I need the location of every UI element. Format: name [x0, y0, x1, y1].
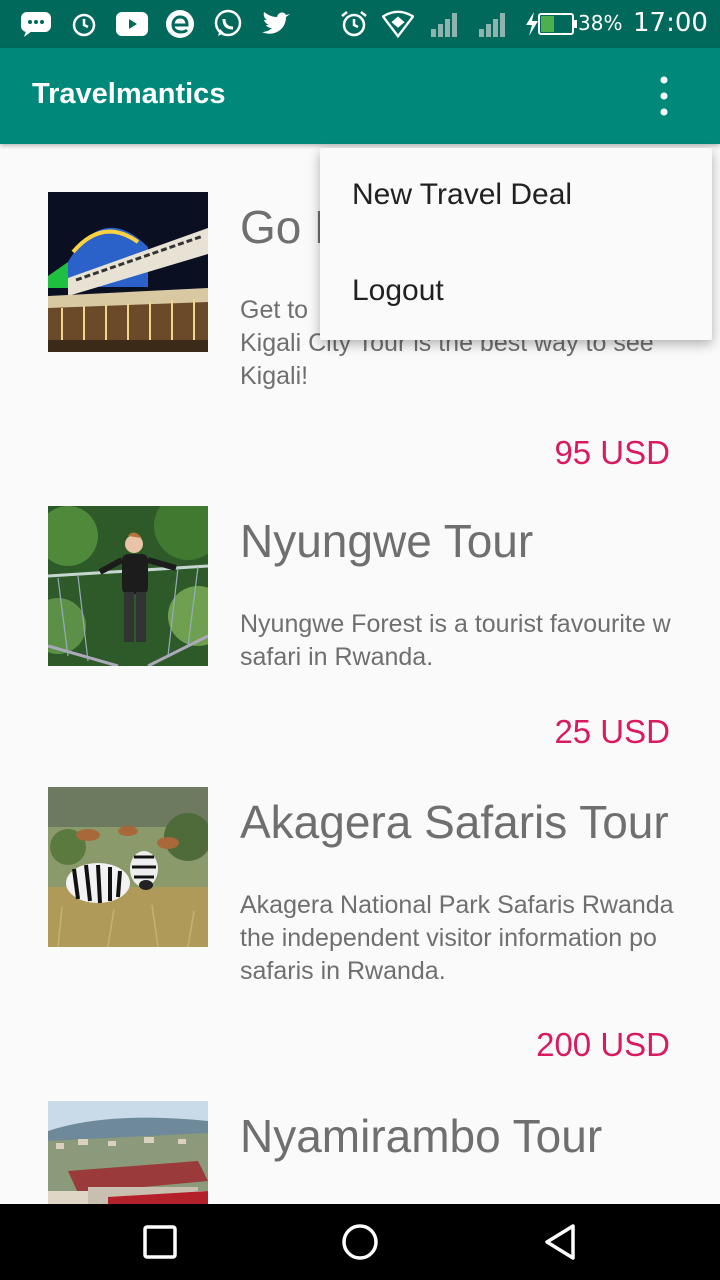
wifi-icon: [382, 8, 414, 40]
nyamirambo-town-photo: [48, 1101, 208, 1204]
deal-description-line: Kigali!: [240, 362, 309, 390]
menu-item-logout[interactable]: Logout: [320, 244, 712, 340]
edge-icon: [164, 8, 196, 40]
deal-price: 95 USD: [554, 434, 670, 471]
deal-description: Nyungwe Forest is a tourist favourite w …: [240, 608, 720, 674]
deal-title: Nyamirambo Tour: [240, 1110, 603, 1162]
deal-row[interactable]: Akagera Safaris Tour Akagera National Pa…: [0, 787, 720, 1087]
sms-icon: [20, 8, 52, 40]
menu-item-label: New Travel Deal: [352, 178, 573, 211]
deal-description-line: safaris in Rwanda.: [240, 957, 446, 985]
zebras-photo: [48, 787, 208, 947]
menu-item-new-travel-deal[interactable]: New Travel Deal: [320, 148, 712, 244]
deal-description: Akagera National Park Safaris Rwanda the…: [240, 889, 720, 988]
app-title: Travelmantics: [32, 78, 226, 110]
whatsapp-icon: [212, 8, 244, 40]
more-vert-icon[interactable]: [644, 72, 684, 120]
battery-percent: 38%: [578, 11, 623, 35]
deal-description-line: Get to: [240, 296, 309, 324]
deal-price: 25 USD: [554, 713, 670, 750]
signal-icon: [428, 8, 460, 40]
back-icon[interactable]: [536, 1218, 584, 1266]
battery-icon: [538, 8, 578, 40]
deal-title: Akagera Safaris Tour: [240, 796, 669, 848]
home-icon[interactable]: [336, 1218, 384, 1266]
youtube-icon: [116, 8, 148, 40]
overflow-menu: New Travel Deal Logout: [320, 148, 712, 340]
deal-description-line: the independent visitor information po: [240, 924, 657, 952]
alarm-icon: [68, 8, 100, 40]
navigation-bar: [0, 1204, 720, 1280]
deal-row[interactable]: Nyamirambo Tour: [0, 1101, 720, 1204]
clock: 17:00: [633, 8, 708, 38]
recents-icon[interactable]: [136, 1218, 184, 1266]
deal-price: 200 USD: [536, 1026, 670, 1063]
twitter-icon: [260, 8, 292, 40]
alarm-icon: [338, 8, 370, 40]
menu-item-label: Logout: [352, 274, 444, 307]
signal-icon: [476, 8, 508, 40]
kigali-convention-centre-photo: [48, 192, 208, 352]
deal-title: Nyungwe Tour: [240, 515, 534, 567]
deal-row[interactable]: Nyungwe Tour Nyungwe Forest is a tourist…: [0, 506, 720, 766]
deal-description-line: Akagera National Park Safaris Rwanda: [240, 891, 674, 919]
app-bar: Travelmantics: [0, 48, 720, 144]
deal-description-line: safari in Rwanda.: [240, 643, 434, 671]
canopy-walkway-photo: [48, 506, 208, 666]
status-bar: 38% 17:00: [0, 0, 720, 48]
deal-description-line: Nyungwe Forest is a tourist favourite w: [240, 610, 671, 638]
